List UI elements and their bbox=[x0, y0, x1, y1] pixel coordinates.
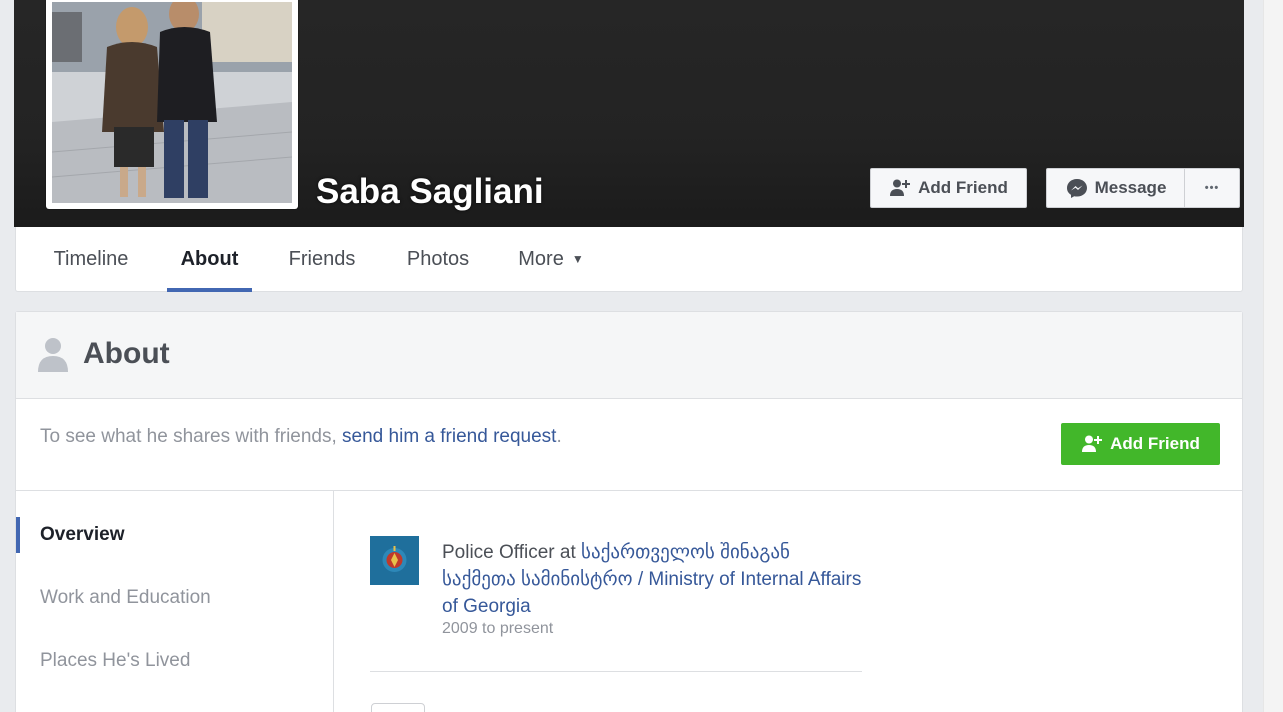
sidebar-item-work-education[interactable]: Work and Education bbox=[16, 576, 333, 620]
tab-photos[interactable]: Photos bbox=[391, 227, 485, 291]
about-header: About bbox=[16, 312, 1242, 399]
tab-more[interactable]: More ▼ bbox=[506, 227, 596, 291]
sidebar-item-overview[interactable]: Overview bbox=[16, 513, 333, 557]
work-period: 2009 to present bbox=[442, 620, 554, 637]
messenger-icon bbox=[1066, 179, 1087, 198]
about-title: About bbox=[83, 337, 170, 370]
work-position: Police Officer at საქართველოს შინაგან სა… bbox=[442, 542, 862, 617]
cover-photo: Saba Sagliani Add Friend Message ••• bbox=[14, 0, 1244, 227]
sidebar-item-places-lived[interactable]: Places He's Lived bbox=[16, 639, 333, 683]
add-friend-button[interactable]: Add Friend bbox=[870, 168, 1027, 208]
about-card: About To see what he shares with friends… bbox=[15, 311, 1243, 712]
friend-request-notice: To see what he shares with friends, send… bbox=[16, 399, 1242, 491]
police-emblem-icon bbox=[370, 536, 419, 585]
tab-friends[interactable]: Friends bbox=[274, 227, 370, 291]
about-sidebar: Overview Work and Education Places He's … bbox=[16, 491, 334, 712]
message-label: Message bbox=[1094, 178, 1167, 197]
more-options-button[interactable]: ••• bbox=[1184, 168, 1240, 208]
add-friend-label: Add Friend bbox=[918, 178, 1008, 197]
profile-name[interactable]: Saba Sagliani bbox=[316, 172, 544, 212]
add-friend-icon bbox=[1082, 435, 1103, 452]
more-options-icon: ••• bbox=[1204, 182, 1220, 194]
tab-about[interactable]: About bbox=[167, 227, 252, 292]
profile-picture[interactable] bbox=[46, 0, 298, 209]
tab-timeline[interactable]: Timeline bbox=[38, 227, 144, 291]
scrollbar[interactable] bbox=[1263, 0, 1283, 712]
add-friend-green-button[interactable]: Add Friend bbox=[1061, 423, 1220, 465]
profile-nav: Timeline About Friends Photos More ▼ bbox=[15, 227, 1243, 292]
employer-logo[interactable] bbox=[370, 536, 419, 585]
next-entry-logo bbox=[371, 703, 425, 712]
content-divider bbox=[370, 671, 862, 672]
add-friend-icon bbox=[890, 179, 911, 196]
profile-photo-image bbox=[52, 2, 292, 203]
notice-text: To see what he shares with friends, send… bbox=[40, 426, 562, 447]
profile-page: Saba Sagliani Add Friend Message ••• Tim… bbox=[0, 0, 1283, 712]
chevron-down-icon: ▼ bbox=[571, 252, 584, 266]
send-friend-request-link[interactable]: send him a friend request bbox=[342, 426, 556, 447]
person-icon bbox=[38, 338, 68, 372]
message-button[interactable]: Message bbox=[1046, 168, 1185, 208]
